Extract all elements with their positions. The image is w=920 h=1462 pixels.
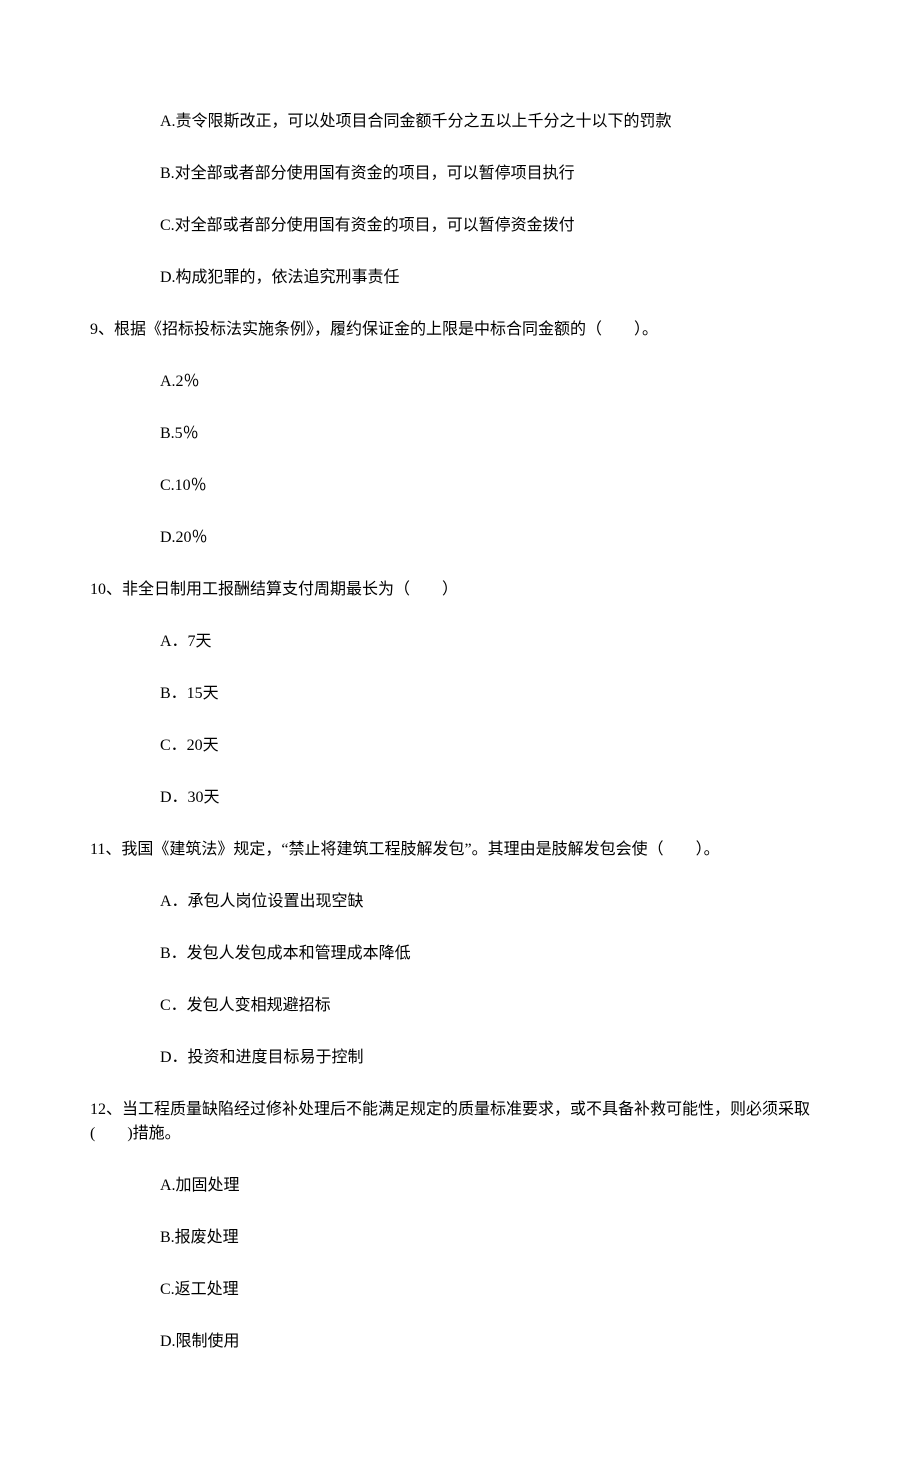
option-text: B.报废处理 [160,1229,239,1246]
option-pre-d: D.构成犯罪的，依法追究刑事责任 [90,266,830,290]
question-text: 9、根据《招标投标法实施条例》，履约保证金的上限是中标合同金额的（ ）。 [90,321,658,338]
q9-option-b: B.5％ [90,422,830,446]
question-text: 10、非全日制用工报酬结算支付周期最长为（ ） [90,581,458,598]
option-text: B．发包人发包成本和管理成本降低 [160,945,411,962]
option-text: A．7天 [160,633,212,650]
q11-option-c: C．发包人变相规避招标 [90,994,830,1018]
question-text: 11、我国《建筑法》规定，“禁止将建筑工程肢解发包”。其理由是肢解发包会使（ ）… [90,841,720,858]
option-pre-b: B.对全部或者部分使用国有资金的项目，可以暂停项目执行 [90,162,830,186]
q12-option-c: C.返工处理 [90,1278,830,1302]
option-text: A．承包人岗位设置出现空缺 [160,893,364,910]
q9-option-d: D.20％ [90,526,830,550]
question-10: 10、非全日制用工报酬结算支付周期最长为（ ） [90,578,830,602]
option-text: B.对全部或者部分使用国有资金的项目，可以暂停项目执行 [160,165,575,182]
option-text: B．15天 [160,685,219,702]
question-11: 11、我国《建筑法》规定，“禁止将建筑工程肢解发包”。其理由是肢解发包会使（ ）… [90,838,830,862]
option-text: A.加固处理 [160,1177,240,1194]
q9-option-c: C.10％ [90,474,830,498]
q12-option-a: A.加固处理 [90,1174,830,1198]
option-text: A.2％ [160,373,200,390]
q10-option-b: B．15天 [90,682,830,706]
option-text: D．投资和进度目标易于控制 [160,1049,364,1066]
question-9: 9、根据《招标投标法实施条例》，履约保证金的上限是中标合同金额的（ ）。 [90,318,830,342]
question-12: 12、当工程质量缺陷经过修补处理后不能满足规定的质量标准要求，或不具备补救可能性… [90,1098,830,1146]
document-page: A.责令限斯改正，可以处项目合同金额千分之五以上千分之十以下的罚款 B.对全部或… [0,0,920,1462]
option-text: A.责令限斯改正，可以处项目合同金额千分之五以上千分之十以下的罚款 [160,113,672,130]
q11-option-d: D．投资和进度目标易于控制 [90,1046,830,1070]
option-text: D．30天 [160,789,220,806]
option-text: D.构成犯罪的，依法追究刑事责任 [160,269,400,286]
q12-option-b: B.报废处理 [90,1226,830,1250]
option-text: C．发包人变相规避招标 [160,997,331,1014]
q10-option-c: C．20天 [90,734,830,758]
question-text: 12、当工程质量缺陷经过修补处理后不能满足规定的质量标准要求，或不具备补救可能性… [90,1101,810,1142]
option-text: C.返工处理 [160,1281,239,1298]
option-text: C.对全部或者部分使用国有资金的项目，可以暂停资金拨付 [160,217,575,234]
option-text: C．20天 [160,737,219,754]
q10-option-d: D．30天 [90,786,830,810]
option-text: D.20％ [160,529,208,546]
q11-option-a: A．承包人岗位设置出现空缺 [90,890,830,914]
option-pre-c: C.对全部或者部分使用国有资金的项目，可以暂停资金拨付 [90,214,830,238]
option-text: C.10％ [160,477,207,494]
option-text: B.5％ [160,425,199,442]
q12-option-d: D.限制使用 [90,1330,830,1354]
q11-option-b: B．发包人发包成本和管理成本降低 [90,942,830,966]
option-pre-a: A.责令限斯改正，可以处项目合同金额千分之五以上千分之十以下的罚款 [90,110,830,134]
option-text: D.限制使用 [160,1333,240,1350]
q10-option-a: A．7天 [90,630,830,654]
q9-option-a: A.2％ [90,370,830,394]
